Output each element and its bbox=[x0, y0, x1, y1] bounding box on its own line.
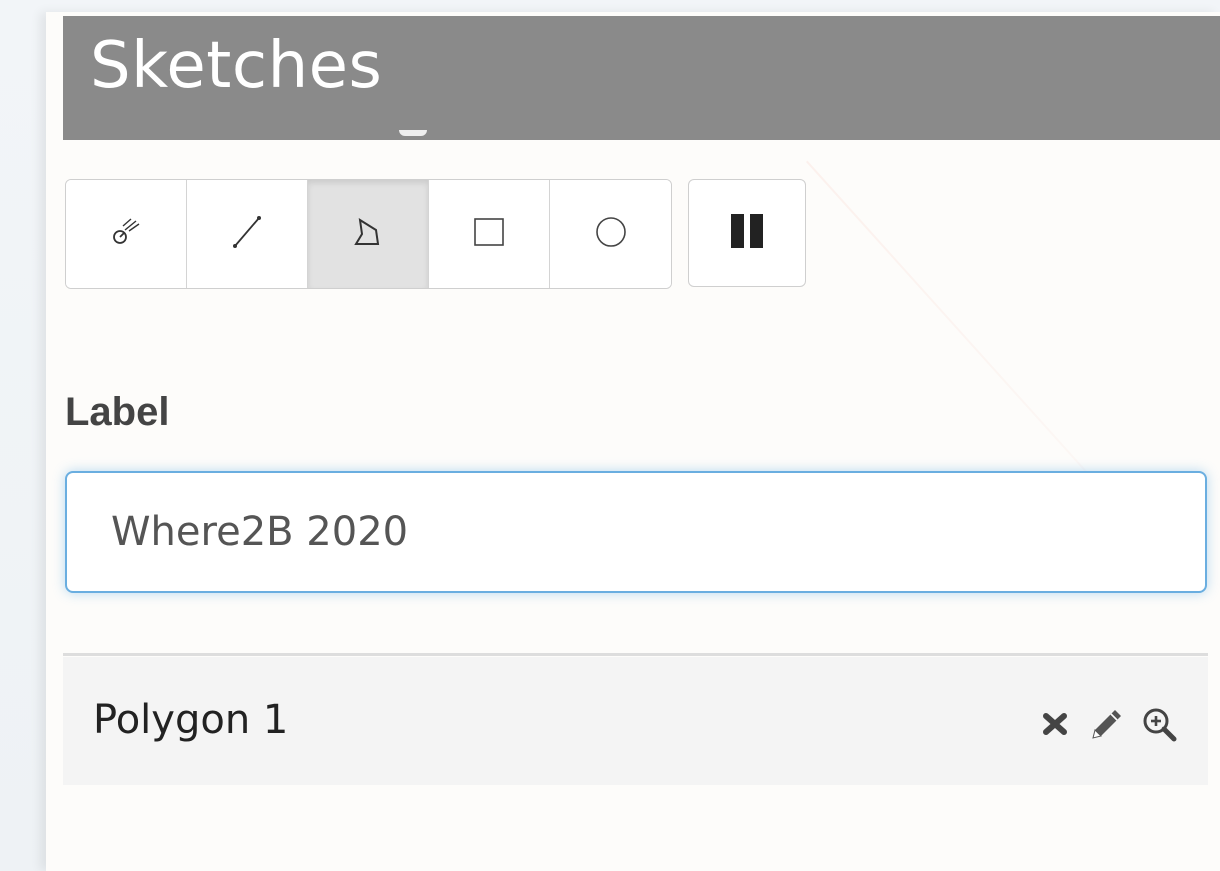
line-tool-button[interactable] bbox=[187, 180, 308, 288]
line-icon bbox=[227, 212, 267, 256]
polygon-icon bbox=[348, 212, 388, 256]
draw-tool-group bbox=[65, 179, 672, 289]
point-marker-icon bbox=[109, 215, 143, 253]
label-heading: Label bbox=[65, 390, 170, 434]
point-tool-button[interactable] bbox=[66, 180, 187, 288]
circle-tool-button[interactable] bbox=[550, 180, 671, 288]
sketch-label-input[interactable] bbox=[65, 471, 1207, 593]
panel-header: Sketches bbox=[63, 16, 1220, 140]
sketches-panel: Sketches Label Where2B 2020 Polygon 1 bbox=[46, 12, 1220, 871]
drawing-toolbar bbox=[65, 179, 806, 289]
section-divider bbox=[63, 653, 1208, 656]
app-background: Sketches Label Where2B 2020 Polygon 1 bbox=[0, 0, 1220, 871]
header-caret bbox=[399, 130, 427, 136]
pause-icon bbox=[728, 214, 766, 252]
zoom-in-icon[interactable] bbox=[1138, 703, 1180, 745]
circle-icon bbox=[591, 212, 631, 256]
panel-title: Sketches bbox=[90, 29, 383, 103]
sketch-name: Polygon 1 bbox=[93, 697, 289, 743]
edit-pencil-icon[interactable] bbox=[1086, 703, 1128, 745]
map-background-line bbox=[806, 160, 1089, 475]
sketch-list-item[interactable]: Polygon 1 bbox=[63, 657, 1208, 785]
rectangle-tool-button[interactable] bbox=[429, 180, 550, 288]
sketch-row-actions bbox=[1034, 703, 1180, 745]
delete-icon[interactable] bbox=[1034, 703, 1076, 745]
rectangle-icon bbox=[469, 212, 509, 256]
pause-drawing-button[interactable] bbox=[688, 179, 806, 287]
polygon-tool-button[interactable] bbox=[308, 180, 429, 288]
